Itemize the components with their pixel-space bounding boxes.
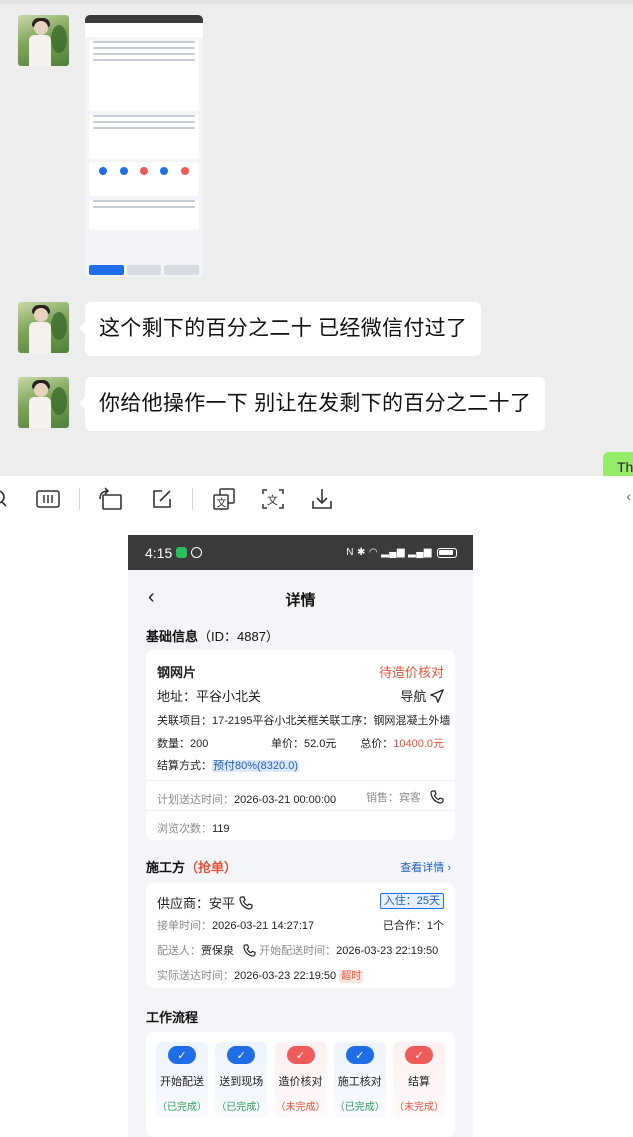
actual-time-row: 实际送达时间：2026-03-23 22:19:50 超时 [157, 970, 364, 983]
basic-info-title: 基础信息（ID：4887） [146, 629, 279, 644]
workflow-step: ✓ 结算 （未完成） [393, 1042, 445, 1118]
nfc-icon: N [346, 547, 354, 558]
settlement-row: 结算方式：预付80%(8320.0) [157, 760, 299, 772]
status-time: 4:15 [145, 544, 173, 561]
rotate-icon[interactable] [96, 486, 124, 512]
phone-icon [243, 944, 256, 957]
signal-icon: ▂▄▆ [381, 547, 406, 558]
top-divider [0, 0, 633, 4]
clock-icon [191, 547, 203, 558]
text-extract-icon[interactable] [35, 486, 61, 512]
check-icon: ✓ [405, 1046, 433, 1064]
contact-avatar[interactable] [18, 377, 69, 428]
chat-message[interactable]: 你给他操作一下 别让在发剩下的百分之二十了 [78, 377, 546, 431]
battery-icon [437, 547, 457, 558]
view-details-link[interactable]: 查看详情 › [400, 859, 451, 875]
workflow-step: ✓ 施工核对 （已完成） [333, 1042, 386, 1118]
construction-title: 施工方（抢单） [146, 860, 238, 875]
wifi-icon: ◠ [368, 547, 379, 558]
search-icon[interactable] [0, 486, 12, 512]
text-recognize-icon[interactable]: 文 [260, 486, 286, 512]
order-status: 待造价核对 [378, 665, 444, 680]
courier-row: 配送人：贾保泉 开始配送时间：2026-03-23 22:19:50 [157, 944, 439, 957]
image-viewer: 文 文 ‹ 4:15 N ✱ ◠ ▂▄▆ ▂▄▆ ‹ 详情 基础信息（ID：48… [0, 476, 633, 1137]
workflow-step: ✓ 开始配送 （已完成） [156, 1042, 208, 1118]
phone-screenshot: 4:15 N ✱ ◠ ▂▄▆ ▂▄▆ ‹ 详情 基础信息（ID：4887） 钢网… [128, 535, 473, 1137]
navigate-button[interactable]: 导航 [400, 686, 445, 705]
signal-icon: ▂▄▆ [408, 547, 432, 558]
stay-tag: 入住：25天 [379, 893, 444, 909]
phone-icon [239, 896, 253, 910]
svg-text:文: 文 [217, 497, 227, 510]
check-icon: ✓ [168, 1046, 196, 1064]
chat-area: 这个剩下的百分之二十 已经微信付过了 你给他操作一下 别让在发剩下的百分之二十了… [0, 0, 633, 482]
download-icon[interactable] [310, 486, 334, 512]
contact-avatar[interactable] [18, 302, 69, 353]
more-indicator: ‹ [626, 488, 631, 504]
viewer-toolbar: 文 文 ‹ [0, 476, 633, 522]
sales-row: 销售：宾客 [366, 789, 444, 805]
page-title: 详情 [285, 592, 316, 609]
chat-message[interactable]: 这个剩下的百分之二十 已经微信付过了 [78, 302, 482, 356]
screenshot-thumbnail[interactable] [85, 15, 203, 277]
phone-icon [430, 790, 444, 804]
overtime-badge: 超时 [339, 970, 364, 983]
workflow-card: ✓ 开始配送 （已完成） ✓ 送到现场 （已完成） ✓ 造价核对 （未完成） ✓… [146, 1032, 455, 1137]
nav-bar: ‹ 详情 [128, 570, 473, 626]
bluetooth-icon: ✱ [356, 547, 366, 558]
workflow-step: ✓ 造价核对 （未完成） [274, 1042, 327, 1118]
check-icon: ✓ [286, 1046, 315, 1064]
navigate-icon [429, 688, 445, 704]
status-bar: 4:15 N ✱ ◠ ▂▄▆ ▂▄▆ [128, 535, 473, 570]
workflow-title: 工作流程 [146, 1010, 199, 1025]
workflow-step: ✓ 送到现场 （已完成） [215, 1042, 268, 1118]
cooperation-row: 已合作：1个 [382, 920, 444, 932]
construction-card: 供应商：安平 入住：25天 接单时间：2026-03-21 14:27:17 已… [146, 883, 455, 988]
svg-text:文: 文 [267, 493, 278, 507]
translate-icon[interactable]: 文 [211, 486, 237, 512]
grab-order-tag: （抢单） [185, 860, 238, 875]
total-price: 总价：10400.0元 [360, 738, 444, 750]
check-icon: ✓ [227, 1046, 256, 1064]
settlement-value: 预付80%(8320.0) [212, 760, 299, 772]
order-id: （ID：4887） [198, 629, 279, 644]
contact-avatar[interactable] [18, 15, 69, 66]
views-row: 浏览次数：119 [157, 823, 230, 835]
edit-icon[interactable] [150, 486, 174, 512]
check-icon: ✓ [345, 1046, 374, 1064]
project-row: 关联项目：17-2195平谷小北关框关联工序：钢网混凝土外墙 [157, 715, 451, 727]
basic-info-card: 钢网片 待造价核对 地址：平谷小北关 导航 关联项目：17-2195平谷小北关框… [146, 650, 455, 840]
wechat-icon [176, 547, 188, 558]
